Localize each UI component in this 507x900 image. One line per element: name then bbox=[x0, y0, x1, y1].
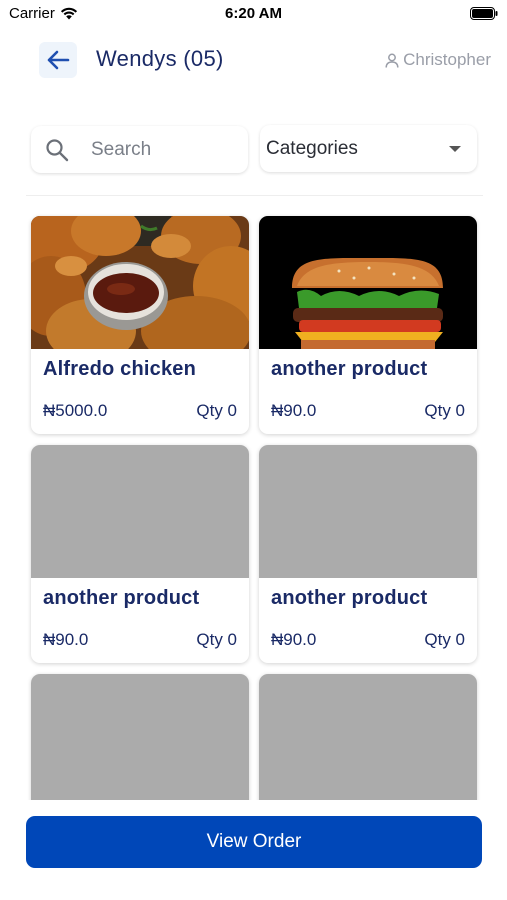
product-card[interactable]: another product ₦90.0 Qty 0 bbox=[31, 445, 249, 663]
product-card[interactable] bbox=[31, 674, 249, 800]
fried-chicken-photo bbox=[31, 216, 249, 349]
product-name: another product bbox=[43, 587, 200, 609]
product-card[interactable]: another product ₦90.0 Qty 0 bbox=[259, 216, 477, 434]
product-price: ₦5000.0 bbox=[43, 401, 108, 420]
product-price: ₦90.0 bbox=[271, 630, 317, 649]
product-card[interactable]: another product ₦90.0 Qty 0 bbox=[259, 445, 477, 663]
product-image-placeholder bbox=[31, 674, 249, 800]
product-card[interactable]: Alfredo chicken ₦5000.0 Qty 0 bbox=[31, 216, 249, 434]
product-qty: Qty 0 bbox=[424, 630, 465, 649]
product-card[interactable] bbox=[259, 674, 477, 800]
product-qty: Qty 0 bbox=[424, 401, 465, 420]
product-price: ₦90.0 bbox=[43, 630, 89, 649]
product-image-placeholder bbox=[259, 674, 477, 800]
product-image bbox=[259, 216, 477, 349]
product-name: Alfredo chicken bbox=[43, 358, 197, 380]
product-image-placeholder bbox=[31, 445, 249, 578]
view-order-button[interactable]: View Order bbox=[26, 816, 482, 868]
product-price: ₦90.0 bbox=[271, 401, 317, 420]
product-name: another product bbox=[271, 358, 428, 380]
product-grid: Alfredo chicken ₦5000.0 Qty 0 another pr bbox=[0, 0, 507, 800]
burger-photo bbox=[259, 216, 477, 349]
product-image bbox=[31, 216, 249, 349]
product-image-placeholder bbox=[259, 445, 477, 578]
product-name: another product bbox=[271, 587, 428, 609]
product-qty: Qty 0 bbox=[196, 630, 237, 649]
product-qty: Qty 0 bbox=[196, 401, 237, 420]
